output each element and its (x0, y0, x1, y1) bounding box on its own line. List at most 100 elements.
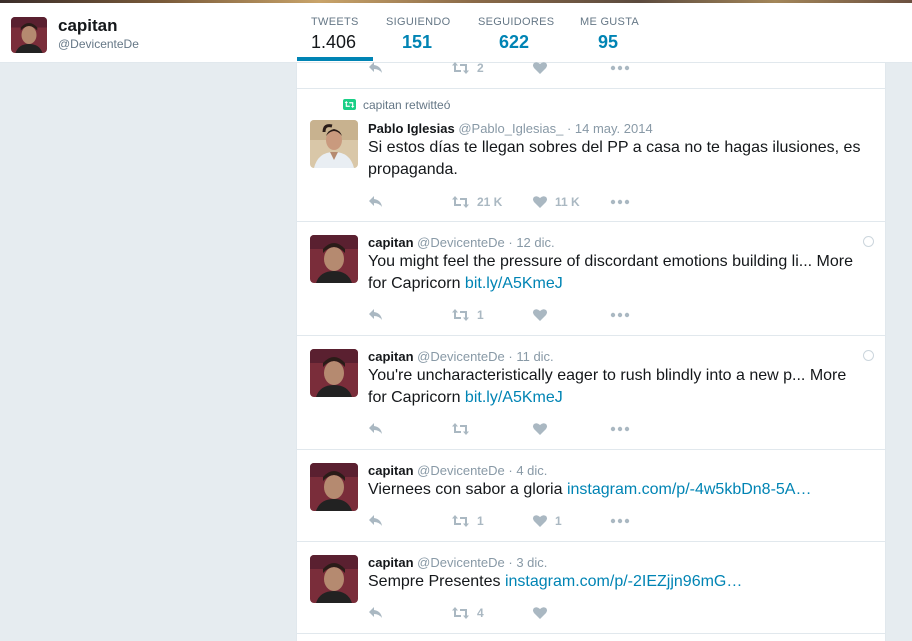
tweet-item[interactable]: capitan @DevicenteDe · 4 dic. Viernees c… (297, 450, 885, 542)
retweet-count: 4 (477, 606, 484, 620)
retweet-count: 21 K (477, 195, 503, 209)
more-icon[interactable] (610, 194, 630, 210)
author-name[interactable]: Pablo Iglesias (368, 121, 455, 136)
retweet-badge-icon (343, 99, 356, 110)
retweet-button[interactable]: 4 (451, 605, 484, 621)
reply-icon[interactable] (368, 307, 384, 323)
profile-avatar[interactable] (11, 17, 47, 53)
more-icon[interactable] (610, 60, 630, 76)
tweet-actions: 1 (368, 307, 668, 323)
more-icon[interactable] (610, 421, 630, 437)
tweet-date[interactable]: · 4 dic. (508, 463, 547, 478)
tweet-actions: 1 1 (368, 513, 668, 529)
author-handle[interactable]: @DevicenteDe (417, 555, 505, 570)
tab-likes[interactable]: ME GUSTA 95 (566, 3, 653, 61)
tweet-link[interactable]: instagram.com/p/-2IEZjjn96mG… (505, 573, 742, 590)
tweet-header: capitan @DevicenteDe · 12 dic. (368, 235, 555, 250)
reply-icon[interactable] (368, 421, 384, 437)
tweet-actions: 21 K 11 K (368, 194, 668, 210)
retweet-count: 2 (477, 61, 484, 75)
heart-icon (533, 62, 547, 74)
avatar[interactable] (310, 555, 358, 603)
tweet-actions: 4 (368, 605, 668, 621)
avatar[interactable] (310, 235, 358, 283)
author-handle[interactable]: @Pablo_Iglesias_ (458, 121, 563, 136)
like-button[interactable] (532, 421, 548, 437)
reply-icon[interactable] (368, 605, 384, 621)
tab-likes-count: 95 (598, 32, 619, 52)
tweet-header: Pablo Iglesias @Pablo_Iglesias_ · 14 may… (368, 121, 653, 136)
tab-tweets-label: TWEETS (311, 16, 359, 28)
tweet-date[interactable]: · 12 dic. (508, 235, 554, 250)
tweet-actions (368, 421, 668, 437)
tweet-date[interactable]: · 11 dic. (508, 349, 553, 364)
retweet-button[interactable]: 2 (451, 60, 484, 76)
retweet-icon (452, 62, 469, 74)
like-button[interactable] (532, 605, 548, 621)
tab-following[interactable]: SIGUIENDO 151 (372, 3, 464, 61)
tweet-text-body: You might feel the pressure of discordan… (368, 253, 854, 292)
retweet-icon (452, 607, 469, 619)
avatar[interactable] (310, 463, 358, 511)
tweet-item[interactable]: 2 (297, 60, 885, 89)
heart-icon (533, 423, 547, 435)
retweet-icon (452, 423, 469, 435)
heart-icon (533, 515, 547, 527)
tweet-item[interactable]: capitan @DevicenteDe · 11 dic. You're un… (297, 336, 885, 450)
retweet-count: 1 (477, 308, 484, 322)
author-name[interactable]: capitan (368, 463, 414, 478)
globe-icon (863, 236, 874, 247)
author-handle[interactable]: @DevicenteDe (417, 235, 505, 250)
tab-followers-label: SEGUIDORES (478, 16, 555, 28)
like-button[interactable] (532, 307, 548, 323)
like-count: 11 K (555, 195, 580, 209)
reply-icon[interactable] (368, 513, 384, 529)
author-handle[interactable]: @DevicenteDe (417, 349, 505, 364)
tweet-item[interactable]: capitan @DevicenteDe · 3 dic. Sempre Pre… (297, 542, 885, 634)
tweet-text-body: Si estos días te llegan sobres del PP a … (368, 139, 861, 178)
author-name[interactable]: capitan (368, 349, 414, 364)
tweet-link[interactable]: bit.ly/A5KmeJ (465, 389, 563, 406)
author-name[interactable]: capitan (368, 235, 414, 250)
profile-name[interactable]: capitan (58, 16, 118, 36)
tweet-actions: 2 (368, 60, 668, 76)
like-button[interactable] (532, 60, 548, 76)
reply-icon[interactable] (368, 194, 384, 210)
tweet-date[interactable]: · 14 may. 2014 (567, 121, 653, 136)
retweet-button[interactable]: 1 (451, 513, 484, 529)
author-name[interactable]: capitan (368, 555, 414, 570)
tweet-link[interactable]: bit.ly/A5KmeJ (465, 275, 563, 292)
tab-followers[interactable]: SEGUIDORES 622 (464, 3, 568, 61)
tweet-header: capitan @DevicenteDe · 3 dic. (368, 555, 547, 570)
retweet-button[interactable] (451, 421, 470, 437)
tweet-link[interactable]: instagram.com/p/-4w5kbDn8-5A… (567, 481, 812, 498)
tweet-header: capitan @DevicenteDe · 11 dic. (368, 349, 554, 364)
like-count: 1 (555, 514, 562, 528)
tweet-text: Viernees con sabor a gloria instagram.co… (368, 479, 868, 501)
author-handle[interactable]: @DevicenteDe (417, 463, 505, 478)
tweet-text-body: Viernees con sabor a gloria (368, 481, 567, 498)
profile-handle: @DevicenteDe (58, 37, 139, 51)
tweet-text-body: Sempre Presentes (368, 573, 505, 590)
heart-icon (533, 309, 547, 321)
avatar[interactable] (310, 349, 358, 397)
like-button[interactable]: 1 (532, 513, 562, 529)
avatar[interactable] (310, 120, 358, 168)
tweet-item[interactable]: capitan retwitteó Pablo Iglesias @Pablo_… (297, 89, 885, 222)
like-button[interactable]: 11 K (532, 194, 580, 210)
retweet-icon (452, 309, 469, 321)
tweet-text: Si estos días te llegan sobres del PP a … (368, 137, 868, 181)
globe-icon (863, 350, 874, 361)
tweet-text: Sempre Presentes instagram.com/p/-2IEZjj… (368, 571, 868, 593)
more-icon[interactable] (610, 513, 630, 529)
tab-tweets[interactable]: TWEETS 1.406 (297, 3, 373, 61)
retweet-button[interactable]: 21 K (451, 194, 502, 210)
retweet-button[interactable]: 1 (451, 307, 484, 323)
tweet-item[interactable]: capitan @DevicenteDe · 12 dic. You might… (297, 222, 885, 336)
retweet-context: capitan retwitteó (343, 98, 450, 112)
tab-following-count: 151 (402, 32, 433, 52)
tweet-date[interactable]: · 3 dic. (508, 555, 547, 570)
more-icon[interactable] (610, 307, 630, 323)
retweet-icon (452, 515, 469, 527)
reply-icon[interactable] (368, 60, 384, 76)
